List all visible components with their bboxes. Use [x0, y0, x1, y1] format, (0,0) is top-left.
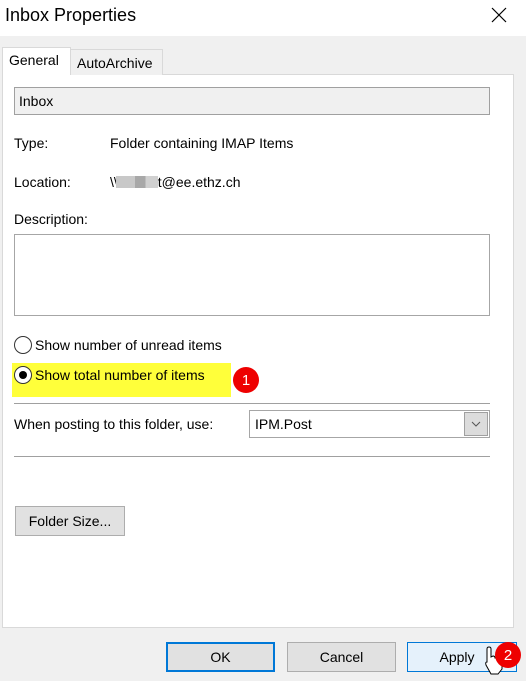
type-label: Type: — [14, 135, 49, 151]
radio-unread-items[interactable]: Show number of unread items — [14, 336, 222, 354]
radio-unread-button[interactable] — [14, 336, 32, 354]
apply-label: Apply — [439, 649, 475, 665]
dialog-title: Inbox Properties — [5, 5, 137, 25]
chevron-down-icon — [471, 421, 481, 427]
separator-bottom — [14, 456, 490, 457]
radio-total-items[interactable]: Show total number of items — [14, 366, 205, 384]
dropdown-button[interactable] — [464, 412, 488, 436]
location-value: \\ t@ee.ethz.ch — [110, 174, 240, 190]
title-bar: Inbox Properties — [0, 0, 526, 36]
posting-label: When posting to this folder, use: — [14, 416, 214, 432]
annotation-badge-2: 2 — [495, 642, 521, 668]
ok-button[interactable]: OK — [166, 642, 275, 672]
radio-total-label: Show total number of items — [35, 367, 205, 383]
posting-form-select[interactable]: IPM.Post — [249, 410, 490, 438]
cancel-button[interactable]: Cancel — [287, 642, 396, 672]
close-icon[interactable] — [488, 4, 510, 26]
tab-general[interactable]: General — [2, 47, 71, 75]
location-label: Location: — [14, 174, 71, 190]
tab-autoarchive[interactable]: AutoArchive — [70, 49, 163, 75]
separator-top — [14, 403, 490, 404]
description-textarea[interactable] — [14, 234, 490, 316]
posting-form-value: IPM.Post — [255, 416, 312, 432]
type-value: Folder containing IMAP Items — [110, 135, 294, 151]
location-suffix: t@ee.ethz.ch — [157, 174, 241, 190]
annotation-badge-1: 1 — [233, 367, 259, 393]
radio-unread-label: Show number of unread items — [35, 337, 222, 353]
redacted-block — [115, 176, 158, 188]
folder-size-button[interactable]: Folder Size... — [15, 506, 125, 536]
radio-total-button[interactable] — [14, 366, 32, 384]
description-label: Description: — [14, 211, 88, 227]
folder-name-field[interactable]: Inbox — [14, 87, 490, 115]
